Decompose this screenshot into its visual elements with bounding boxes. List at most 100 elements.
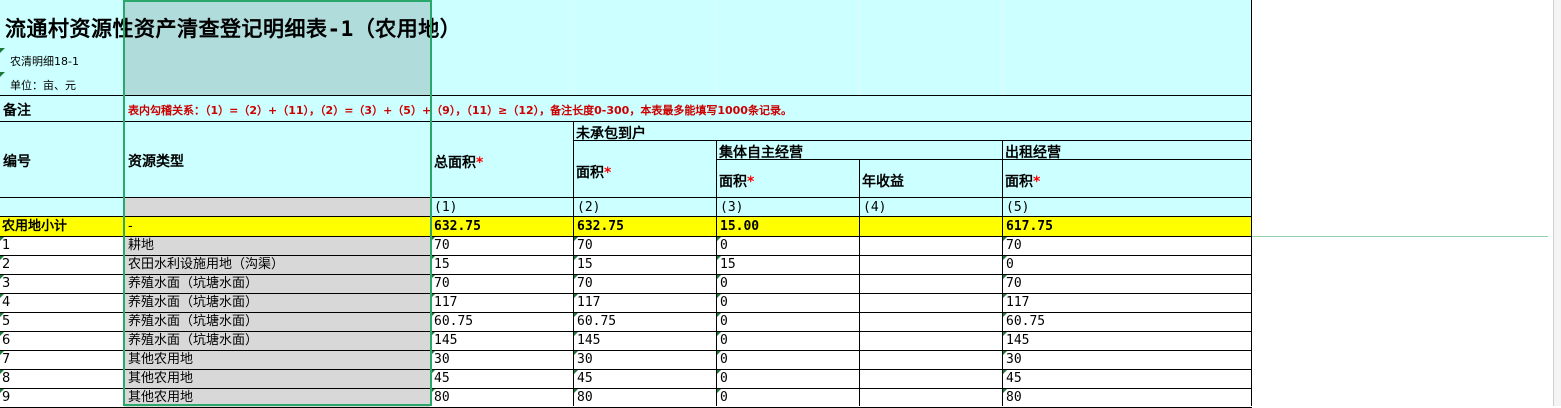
number-stored-as-text-indicator-icon xyxy=(574,332,578,336)
number-stored-as-text-indicator-icon xyxy=(574,313,578,317)
number-stored-as-text-indicator-icon xyxy=(574,237,578,241)
header-total-area-label: 总面积 xyxy=(434,155,476,171)
header-area-label: 面积 xyxy=(576,165,604,181)
grid-hline xyxy=(0,369,1252,370)
remark-label: 备注 xyxy=(3,103,31,119)
number-stored-as-text-indicator-icon xyxy=(717,275,721,279)
subtotal-label[interactable]: 农用地小计 xyxy=(2,217,67,236)
number-stored-as-text-indicator-icon xyxy=(1003,370,1007,374)
cell-uncontracted-area[interactable]: 60.75 xyxy=(577,312,616,331)
cell-total-area[interactable]: 145 xyxy=(434,331,457,350)
cell-collective-area[interactable]: 0 xyxy=(720,312,728,331)
cell-rental-area[interactable]: 45 xyxy=(1006,369,1022,388)
header-id: 编号 xyxy=(3,154,31,170)
cell-rental-area[interactable]: 70 xyxy=(1006,236,1022,255)
cell-rental-area[interactable]: 60.75 xyxy=(1006,312,1045,331)
cell-uncontracted-area[interactable]: 45 xyxy=(577,369,593,388)
cell-total-area[interactable]: 60.75 xyxy=(434,312,473,331)
grid-hline xyxy=(0,331,1252,332)
cell-rental-area[interactable]: 145 xyxy=(1006,331,1029,350)
required-mark: * xyxy=(476,155,484,171)
cell-collective-area[interactable]: 0 xyxy=(720,350,728,369)
subtotal-uncontracted-area[interactable]: 632.75 xyxy=(577,217,624,236)
number-stored-as-text-indicator-icon xyxy=(1003,294,1007,298)
cell-rental-area[interactable]: 30 xyxy=(1006,350,1022,369)
cell-uncontracted-area[interactable]: 80 xyxy=(577,388,593,407)
grid-hline xyxy=(0,216,1252,217)
cell-resource-type[interactable]: 养殖水面（坑塘水面） xyxy=(128,331,258,350)
grid-vline xyxy=(1002,140,1003,406)
cell-resource-type[interactable]: 耕地 xyxy=(128,236,154,255)
cell-collective-area[interactable]: 0 xyxy=(720,388,728,407)
cell-uncontracted-area[interactable]: 15 xyxy=(577,255,593,274)
cell-rental-area[interactable]: 80 xyxy=(1006,388,1022,407)
grid-vline xyxy=(859,159,860,406)
vertical-scrollbar-edge[interactable] xyxy=(1553,0,1561,406)
subtotal-type[interactable]: - xyxy=(128,217,133,236)
cell-collective-area[interactable]: 0 xyxy=(720,293,728,312)
cell-resource-type[interactable]: 养殖水面（坑塘水面） xyxy=(128,293,258,312)
number-stored-as-text-indicator-icon xyxy=(0,370,4,374)
number-stored-as-text-indicator-icon xyxy=(0,332,4,336)
number-stored-as-text-indicator-icon xyxy=(0,256,4,260)
cell-uncontracted-area[interactable]: 145 xyxy=(577,331,600,350)
cell-total-area[interactable]: 70 xyxy=(434,236,450,255)
cell-total-area[interactable]: 80 xyxy=(434,388,450,407)
cell-total-area[interactable]: 15 xyxy=(434,255,450,274)
number-stored-as-text-indicator-icon xyxy=(1003,237,1007,241)
cell-resource-type[interactable]: 其他农用地 xyxy=(128,388,193,407)
required-mark: * xyxy=(1033,174,1041,190)
cell-uncontracted-area[interactable]: 70 xyxy=(577,236,593,255)
form-code: 农清明细18-1 xyxy=(10,55,79,68)
cell-resource-type[interactable]: 其他农用地 xyxy=(128,369,193,388)
cell-collective-area[interactable]: 0 xyxy=(720,331,728,350)
column-code-3: (3) xyxy=(720,200,744,215)
cell-resource-type[interactable]: 农田水利设施用地（沟渠） xyxy=(128,255,284,274)
grid-vline xyxy=(430,95,431,406)
cell-collective-area[interactable]: 15 xyxy=(720,255,736,274)
grid-vline xyxy=(1251,0,1252,406)
grid-hline xyxy=(0,197,1252,198)
number-stored-as-text-indicator-icon xyxy=(717,256,721,260)
number-stored-as-text-indicator-icon xyxy=(431,275,435,279)
cell-rental-area[interactable]: 70 xyxy=(1006,274,1022,293)
number-stored-as-text-indicator-icon xyxy=(431,370,435,374)
number-stored-as-text-indicator-icon xyxy=(574,294,578,298)
number-stored-as-text-indicator-icon xyxy=(1003,389,1007,393)
number-stored-as-text-indicator-icon xyxy=(431,351,435,355)
grid-vline-faint xyxy=(716,0,717,95)
header-annual-income: 年收益 xyxy=(862,174,904,190)
cell-total-area[interactable]: 45 xyxy=(434,369,450,388)
header-resource-type: 资源类型 xyxy=(128,154,184,170)
cell-total-area[interactable]: 70 xyxy=(434,274,450,293)
subtotal-collective-area[interactable]: 15.00 xyxy=(720,217,759,236)
cell-rental-area[interactable]: 0 xyxy=(1006,255,1014,274)
cell-uncontracted-area[interactable]: 70 xyxy=(577,274,593,293)
cell-rental-area[interactable]: 117 xyxy=(1006,293,1029,312)
grid-vline-faint xyxy=(859,0,860,95)
number-stored-as-text-indicator-icon xyxy=(717,370,721,374)
cell-collective-area[interactable]: 0 xyxy=(720,369,728,388)
cell-collective-area[interactable]: 0 xyxy=(720,274,728,293)
header-rental-area: 面积* xyxy=(1005,171,1040,191)
header-area-label: 面积 xyxy=(719,174,747,190)
cell-uncontracted-area[interactable]: 117 xyxy=(577,293,600,312)
number-stored-as-text-indicator-icon xyxy=(1003,275,1007,279)
subtotal-total-area[interactable]: 632.75 xyxy=(434,217,481,236)
header-area-label: 面积 xyxy=(1005,174,1033,190)
cell-collective-area[interactable]: 0 xyxy=(720,236,728,255)
cell-resource-type[interactable]: 养殖水面（坑塘水面） xyxy=(128,312,258,331)
number-stored-as-text-indicator-icon xyxy=(574,256,578,260)
grid-vline-faint xyxy=(573,0,574,95)
number-stored-as-text-indicator-icon xyxy=(0,275,4,279)
number-stored-as-text-indicator-icon xyxy=(1003,256,1007,260)
subtotal-rental-area[interactable]: 617.75 xyxy=(1006,217,1053,236)
cell-resource-type[interactable]: 其他农用地 xyxy=(128,350,193,369)
number-stored-as-text-indicator-icon xyxy=(431,389,435,393)
cell-total-area[interactable]: 117 xyxy=(434,293,457,312)
cell-total-area[interactable]: 30 xyxy=(434,350,450,369)
cell-resource-type[interactable]: 养殖水面（坑塘水面） xyxy=(128,274,258,293)
cell-uncontracted-area[interactable]: 30 xyxy=(577,350,593,369)
number-stored-as-text-indicator-icon xyxy=(1003,332,1007,336)
number-stored-as-text-indicator-icon xyxy=(431,237,435,241)
